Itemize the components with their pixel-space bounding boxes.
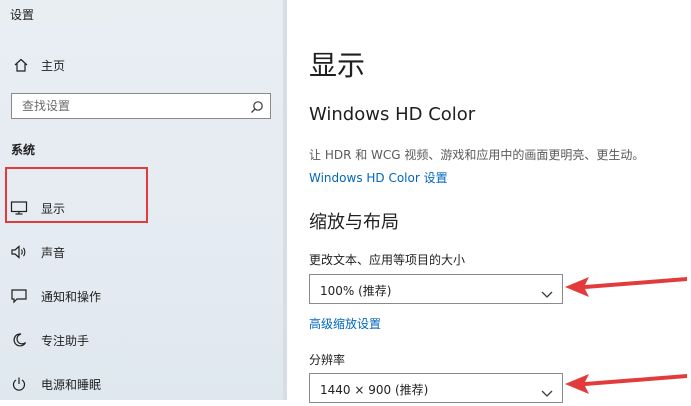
search-box[interactable] bbox=[11, 93, 271, 119]
text-size-value: 100% (推荐) bbox=[320, 284, 392, 298]
sidebar-item-notifications[interactable]: 通知和操作 bbox=[0, 274, 287, 318]
hd-color-heading: Windows HD Color bbox=[309, 104, 476, 125]
search-icon[interactable] bbox=[250, 99, 264, 118]
advanced-scaling-link[interactable]: 高级缩放设置 bbox=[309, 315, 381, 332]
chevron-down-icon bbox=[541, 284, 553, 303]
window-title: 设置 bbox=[10, 8, 35, 22]
resolution-dropdown[interactable]: 1440 × 900 (推荐) bbox=[309, 373, 563, 403]
sidebar-item-label: 专注助手 bbox=[41, 333, 90, 348]
text-size-dropdown[interactable]: 100% (推荐) bbox=[309, 274, 563, 304]
hd-color-settings-link[interactable]: Windows HD Color 设置 bbox=[309, 169, 448, 186]
section-label-system: 系统 bbox=[11, 143, 36, 157]
sidebar-item-label: 声音 bbox=[41, 245, 66, 260]
text-size-label: 更改文本、应用等项目的大小 bbox=[309, 253, 466, 267]
annotation-arrow-icon bbox=[565, 277, 687, 297]
sidebar-item-power-sleep[interactable]: 电源和睡眠 bbox=[0, 362, 287, 406]
sidebar-item-focus-assist[interactable]: 专注助手 bbox=[0, 318, 287, 362]
chevron-down-icon bbox=[541, 383, 553, 402]
resolution-label: 分辨率 bbox=[309, 353, 346, 367]
sidebar: 设置 主页 系统 显示 声音 通知和操作 bbox=[0, 0, 287, 400]
home-icon bbox=[10, 55, 32, 75]
sidebar-item-home[interactable]: 主页 bbox=[10, 54, 65, 76]
annotation-arrow-icon bbox=[565, 374, 687, 394]
sidebar-item-label: 通知和操作 bbox=[41, 289, 102, 304]
power-icon bbox=[8, 374, 30, 394]
speaker-icon bbox=[8, 242, 30, 262]
annotation-highlight-box bbox=[5, 167, 148, 223]
search-input[interactable] bbox=[12, 94, 240, 118]
sidebar-item-label: 电源和睡眠 bbox=[41, 377, 102, 392]
hd-color-description: 让 HDR 和 WCG 视频、游戏和应用中的画面更明亮、更生动。 bbox=[309, 148, 645, 162]
notification-icon bbox=[8, 286, 30, 306]
main-content: 显示 Windows HD Color 让 HDR 和 WCG 视频、游戏和应用… bbox=[287, 0, 691, 403]
sidebar-item-label: 主页 bbox=[41, 58, 66, 73]
page-title: 显示 bbox=[309, 49, 366, 82]
moon-icon bbox=[8, 330, 30, 350]
sidebar-item-sound[interactable]: 声音 bbox=[0, 230, 287, 274]
resolution-value: 1440 × 900 (推荐) bbox=[320, 383, 429, 397]
scale-layout-heading: 缩放与布局 bbox=[309, 212, 399, 233]
